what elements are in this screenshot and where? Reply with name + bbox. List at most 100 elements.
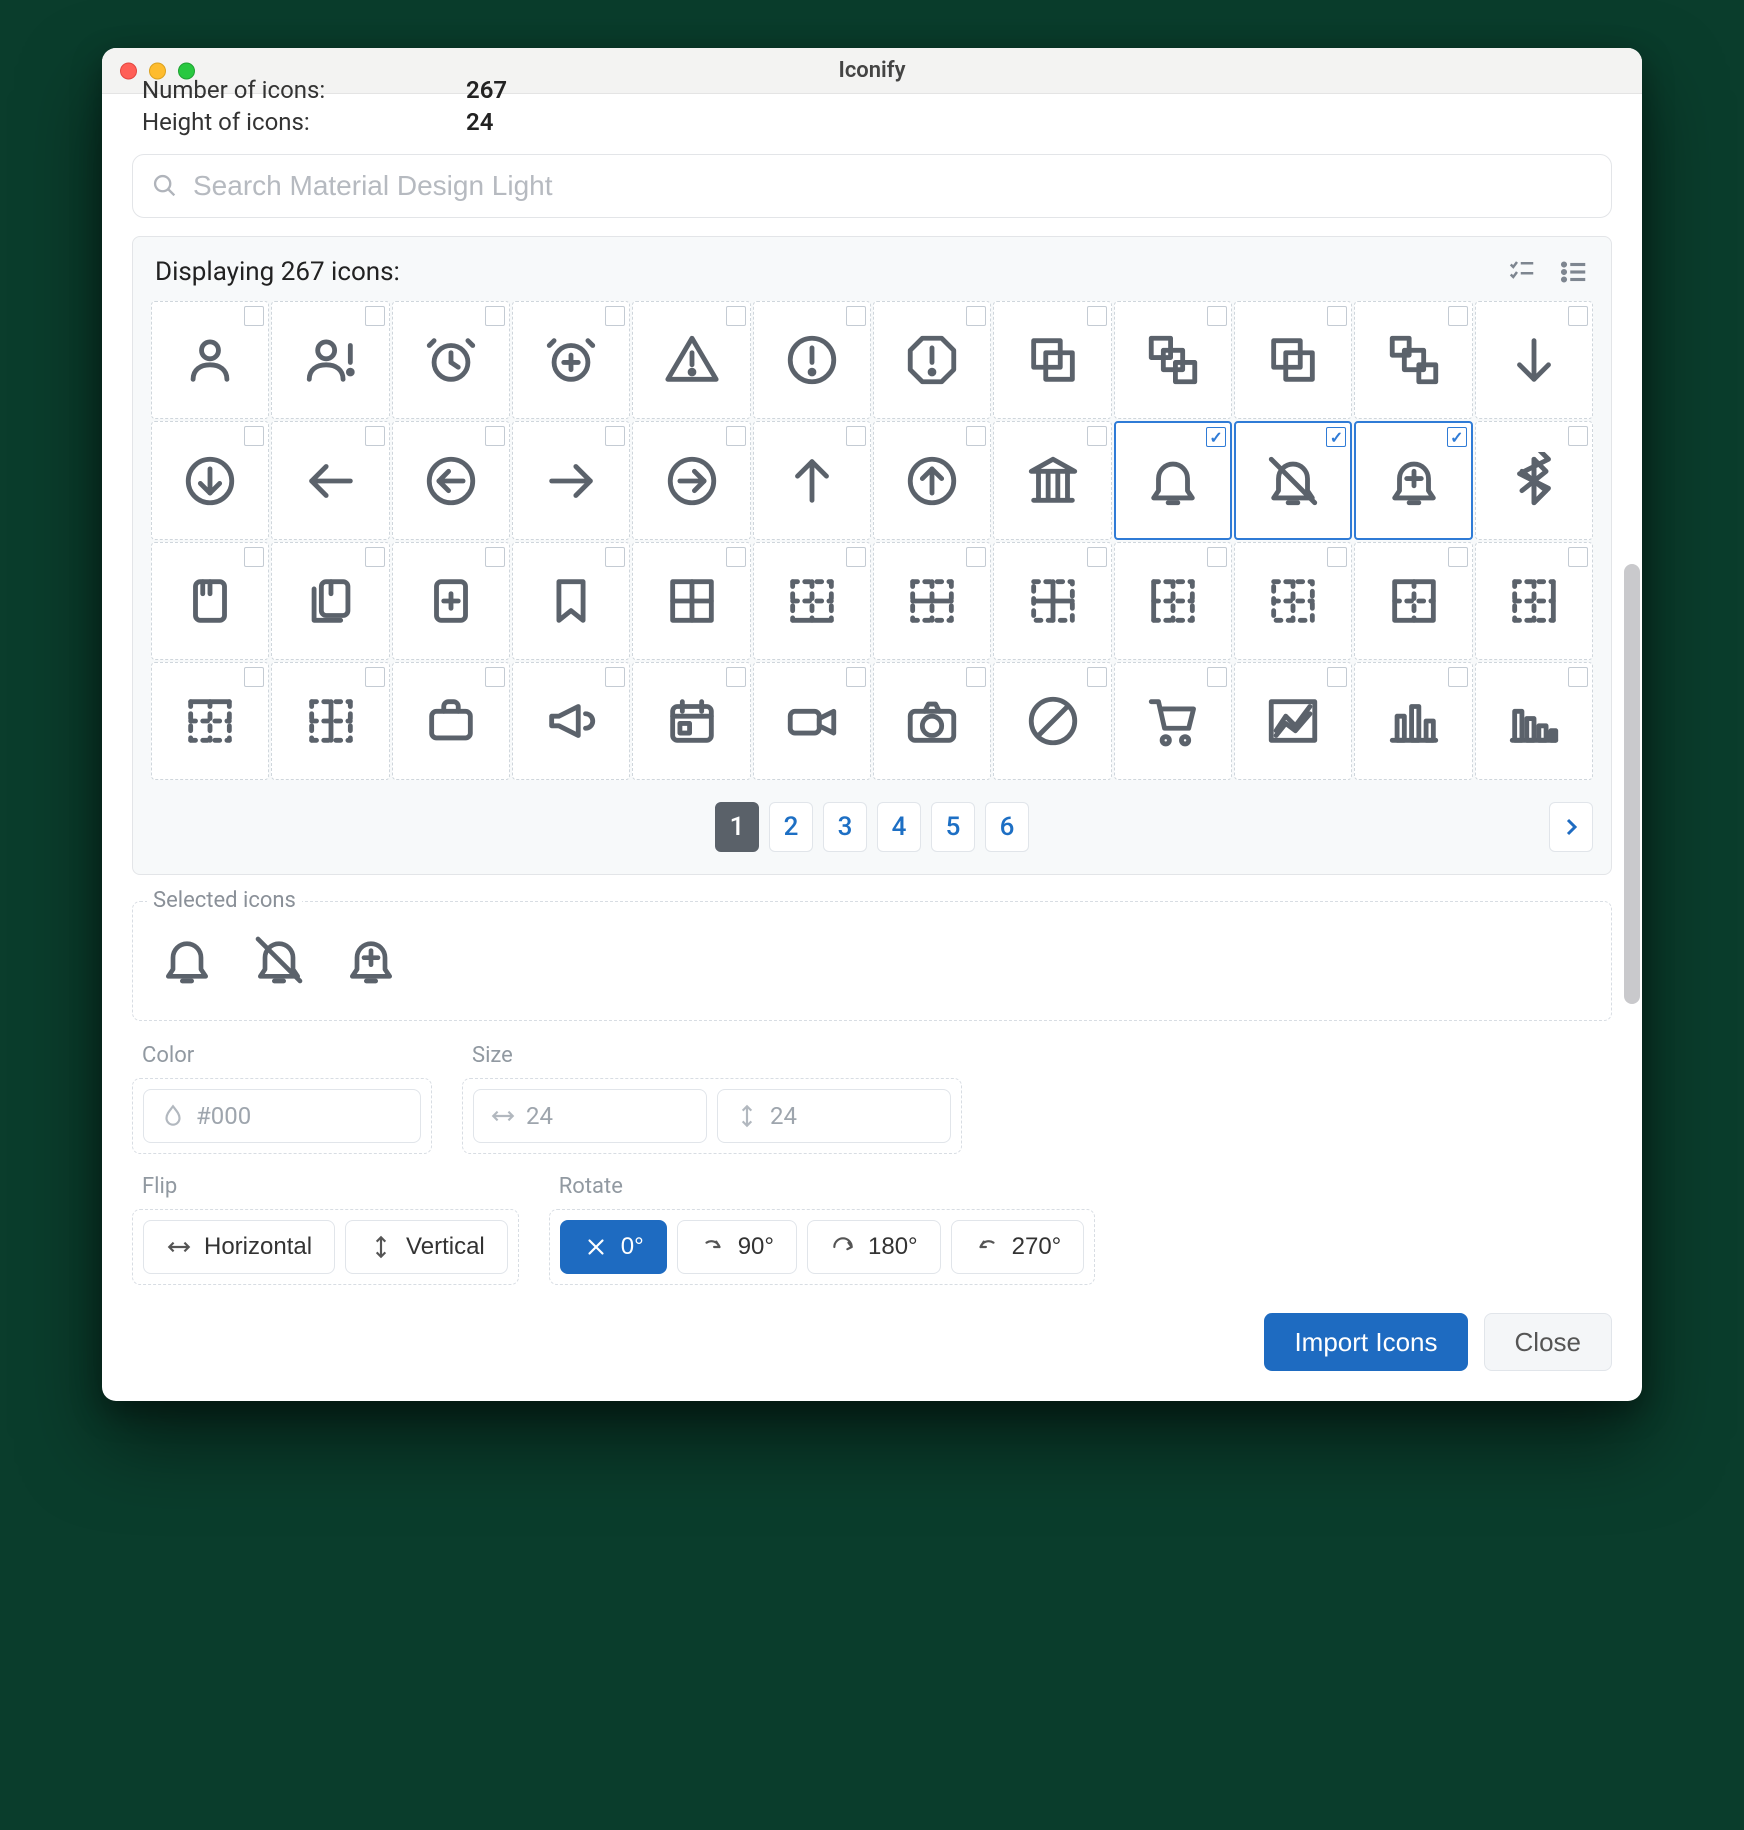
icon-cell-bluetooth[interactable] — [1475, 421, 1593, 539]
page-2-button[interactable]: 2 — [769, 802, 813, 852]
icon-cell-chart-bar[interactable] — [1354, 662, 1472, 780]
icon-cell-arrow-right-circle[interactable] — [632, 421, 750, 539]
icon-cell-book-multiple[interactable] — [271, 542, 389, 660]
icon-checkbox[interactable] — [1206, 427, 1226, 447]
width-field[interactable]: 24 — [473, 1089, 707, 1143]
icon-cell-chart-histogram[interactable] — [1475, 662, 1593, 780]
icon-cell-border-horizontal[interactable] — [873, 542, 991, 660]
page-next-button[interactable] — [1549, 802, 1593, 852]
icon-checkbox[interactable] — [485, 547, 505, 567]
icon-cell-bell-plus[interactable] — [1354, 421, 1472, 539]
icon-checkbox[interactable] — [365, 667, 385, 687]
icon-checkbox[interactable] — [485, 426, 505, 446]
icon-checkbox[interactable] — [1448, 667, 1468, 687]
flip-horizontal-button[interactable]: Horizontal — [143, 1220, 335, 1274]
icon-checkbox[interactable] — [1087, 306, 1107, 326]
icon-checkbox[interactable] — [605, 306, 625, 326]
icon-checkbox[interactable] — [605, 426, 625, 446]
icon-checkbox[interactable] — [966, 547, 986, 567]
icon-checkbox[interactable] — [1568, 426, 1588, 446]
icon-checkbox[interactable] — [1087, 667, 1107, 687]
icon-checkbox[interactable] — [1448, 306, 1468, 326]
icon-cell-border-none[interactable] — [1234, 542, 1352, 660]
icon-cell-briefcase[interactable] — [392, 662, 510, 780]
close-button[interactable]: Close — [1484, 1313, 1612, 1371]
search-field[interactable] — [132, 154, 1612, 218]
icon-checkbox[interactable] — [365, 547, 385, 567]
icon-cell-bell[interactable] — [1114, 421, 1232, 539]
icon-cell-border-outside[interactable] — [1354, 542, 1472, 660]
icon-cell-calendar[interactable] — [632, 662, 750, 780]
icon-cell-border-inside[interactable] — [993, 542, 1111, 660]
page-5-button[interactable]: 5 — [931, 802, 975, 852]
icon-cell-chart-areaspline[interactable] — [1234, 662, 1352, 780]
height-field[interactable]: 24 — [717, 1089, 951, 1143]
icon-cell-account[interactable] — [151, 301, 269, 419]
icon-checkbox[interactable] — [1327, 306, 1347, 326]
icon-checkbox[interactable] — [726, 426, 746, 446]
icon-cell-book-plus[interactable] — [392, 542, 510, 660]
icon-checkbox[interactable] — [846, 667, 866, 687]
icon-cell-bullhorn[interactable] — [512, 662, 630, 780]
search-input[interactable] — [191, 169, 1593, 203]
color-field[interactable]: #000 — [143, 1089, 421, 1143]
icon-cell-book[interactable] — [151, 542, 269, 660]
icon-checkbox[interactable] — [1207, 306, 1227, 326]
icon-cell-border-top[interactable] — [151, 662, 269, 780]
icon-checkbox[interactable] — [846, 547, 866, 567]
icon-checkbox[interactable] — [726, 667, 746, 687]
icon-cell-border-left[interactable] — [1114, 542, 1232, 660]
icon-cell-arrange-bring-to-front[interactable] — [1114, 301, 1232, 419]
icon-checkbox[interactable] — [244, 547, 264, 567]
icon-checkbox[interactable] — [1568, 667, 1588, 687]
icon-checkbox[interactable] — [846, 306, 866, 326]
icon-checkbox[interactable] — [1568, 306, 1588, 326]
icon-checkbox[interactable] — [726, 547, 746, 567]
icon-cell-arrange-send-to-back[interactable] — [1354, 301, 1472, 419]
icon-cell-bookmark[interactable] — [512, 542, 630, 660]
icon-checkbox[interactable] — [846, 426, 866, 446]
icon-checkbox[interactable] — [726, 306, 746, 326]
icon-checkbox[interactable] — [485, 306, 505, 326]
icon-checkbox[interactable] — [1207, 547, 1227, 567]
icon-cell-arrange-send-backward[interactable] — [1234, 301, 1352, 419]
page-3-button[interactable]: 3 — [823, 802, 867, 852]
icon-checkbox[interactable] — [244, 667, 264, 687]
icon-checkbox[interactable] — [1327, 667, 1347, 687]
icon-cell-alarm[interactable] — [392, 301, 510, 419]
icon-cell-border-right[interactable] — [1475, 542, 1593, 660]
selected-icon-bell-off[interactable] — [251, 932, 307, 994]
checklist-view-icon[interactable] — [1507, 257, 1537, 287]
icon-cell-arrow-up[interactable] — [753, 421, 871, 539]
icon-checkbox[interactable] — [1448, 547, 1468, 567]
page-4-button[interactable]: 4 — [877, 802, 921, 852]
icon-cell-camcorder[interactable] — [753, 662, 871, 780]
icon-cell-bell-off[interactable] — [1234, 421, 1352, 539]
icon-checkbox[interactable] — [244, 426, 264, 446]
icon-cell-border-all[interactable] — [632, 542, 750, 660]
icon-checkbox[interactable] — [1326, 427, 1346, 447]
icon-checkbox[interactable] — [1087, 547, 1107, 567]
icon-checkbox[interactable] — [365, 426, 385, 446]
selected-icon-bell-plus[interactable] — [343, 932, 399, 994]
scrollbar[interactable] — [1624, 564, 1640, 1004]
icon-cell-arrange-bring-forward[interactable] — [993, 301, 1111, 419]
icon-cell-bank[interactable] — [993, 421, 1111, 539]
selected-icon-bell[interactable] — [159, 932, 215, 994]
icon-checkbox[interactable] — [605, 547, 625, 567]
flip-vertical-button[interactable]: Vertical — [345, 1220, 508, 1274]
icon-checkbox[interactable] — [1087, 426, 1107, 446]
icon-cell-border-bottom[interactable] — [753, 542, 871, 660]
icon-cell-arrow-right[interactable] — [512, 421, 630, 539]
icon-cell-arrow-left-circle[interactable] — [392, 421, 510, 539]
icon-cell-arrow-up-circle[interactable] — [873, 421, 991, 539]
icon-cell-arrow-down[interactable] — [1475, 301, 1593, 419]
icon-checkbox[interactable] — [1568, 547, 1588, 567]
icon-checkbox[interactable] — [966, 306, 986, 326]
icon-cell-arrow-down-circle[interactable] — [151, 421, 269, 539]
icon-checkbox[interactable] — [1207, 667, 1227, 687]
rotate-0-button[interactable]: 0° — [560, 1220, 667, 1274]
icon-cell-cancel[interactable] — [993, 662, 1111, 780]
rotate-270-button[interactable]: 270° — [951, 1220, 1085, 1274]
icon-cell-arrow-left[interactable] — [271, 421, 389, 539]
